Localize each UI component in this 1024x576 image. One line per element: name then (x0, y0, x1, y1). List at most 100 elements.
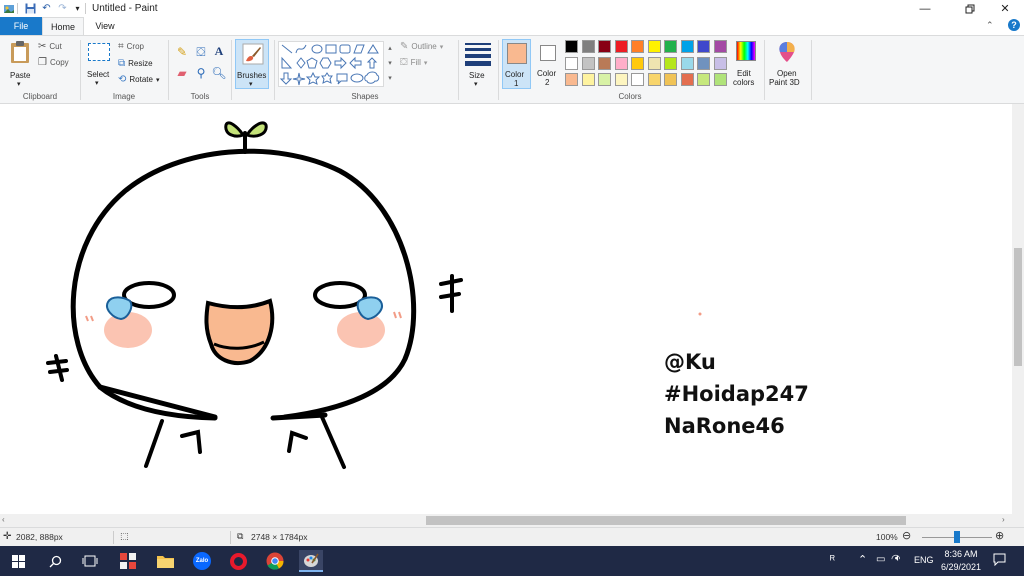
fill-bucket-icon[interactable]: ⛋ (193, 44, 209, 60)
horizontal-scroll-thumb[interactable] (426, 516, 906, 525)
cut-button[interactable]: ✂ Cut (38, 41, 62, 52)
outline-button[interactable]: ✎ Outline ▾ (400, 41, 443, 52)
palette-swatch[interactable] (647, 73, 661, 86)
task-view-icon[interactable] (78, 550, 102, 572)
tab-file[interactable]: File (0, 17, 42, 35)
palette-swatch[interactable] (664, 56, 677, 70)
palette-swatch[interactable] (680, 73, 694, 86)
palette-swatch[interactable] (631, 73, 644, 86)
palette-swatch[interactable] (680, 40, 694, 53)
size-button[interactable]: Size ▾ (463, 40, 493, 90)
resize-button[interactable]: ⧉ Resize (118, 58, 153, 69)
zoom-out-icon[interactable]: ⊖ (902, 529, 911, 542)
redo-icon[interactable]: ↷ (56, 2, 69, 15)
shapes-gallery[interactable] (278, 41, 384, 87)
opera-browser-icon[interactable] (226, 550, 250, 572)
select-button[interactable]: Select ▾ (86, 41, 112, 89)
color-picker-icon[interactable]: ⚲ (193, 65, 209, 81)
language-indicator[interactable]: ENG (914, 555, 934, 565)
palette-swatch[interactable] (631, 40, 644, 53)
horizontal-scrollbar[interactable]: ‹ › (0, 514, 1012, 527)
help-icon[interactable]: ? (1008, 19, 1020, 31)
copy-button[interactable]: ❐ Copy (38, 57, 69, 68)
file-explorer-icon[interactable] (153, 550, 177, 572)
close-button[interactable]: ✕ (990, 0, 1020, 17)
tab-view[interactable]: View (84, 17, 126, 35)
edit-colors-button[interactable]: Edit colors (733, 39, 759, 89)
palette-swatch[interactable] (598, 40, 611, 53)
palette-swatch[interactable] (713, 56, 727, 70)
action-center-icon[interactable] (993, 553, 1006, 568)
fill-button[interactable]: ⛋ Fill ▾ (400, 57, 427, 68)
palette-swatch[interactable] (565, 40, 578, 53)
palette-swatch[interactable] (565, 56, 578, 70)
restore-button[interactable] (955, 0, 985, 17)
tab-home[interactable]: Home (42, 17, 84, 35)
brushes-dropdown-icon[interactable]: ▾ (249, 80, 253, 88)
palette-swatch[interactable] (680, 56, 694, 70)
vertical-scroll-thumb[interactable] (1014, 248, 1022, 366)
shapes-scroll[interactable]: ▴ ▾ ▾ (386, 41, 394, 87)
drawing-canvas[interactable]: @Ku #Hoidap247 NaRone46 (0, 104, 1012, 514)
rotate-dropdown-icon[interactable]: ▾ (156, 76, 160, 84)
rotate-button[interactable]: ⟲ Rotate ▾ (118, 74, 159, 85)
palette-swatch[interactable] (697, 40, 710, 53)
title-separator (17, 3, 18, 14)
chrome-browser-icon[interactable] (263, 550, 287, 572)
open-paint3d-button[interactable]: Open Paint 3D (768, 39, 806, 89)
select-dropdown-icon[interactable]: ▾ (95, 79, 99, 87)
minimize-button[interactable]: — (910, 0, 940, 17)
size-dropdown-icon[interactable]: ▾ (474, 80, 478, 88)
palette-swatch[interactable] (614, 73, 628, 86)
tiny-dot (698, 312, 702, 316)
volume-icon[interactable]: 🔈︎ (895, 553, 901, 564)
magnifier-icon[interactable]: 🔍︎ (211, 65, 227, 81)
palette-swatch[interactable] (614, 40, 628, 53)
paint-taskbar-icon[interactable] (299, 550, 323, 572)
palette-swatch[interactable] (664, 40, 677, 53)
palette-swatch[interactable] (598, 73, 611, 86)
collapse-ribbon-icon[interactable]: ⌃ (986, 20, 994, 31)
people-icon[interactable]: ᴿ (830, 554, 835, 566)
paint-app-icon[interactable] (2, 2, 15, 15)
palette-swatch[interactable] (614, 56, 628, 70)
zalo-icon[interactable]: Zalo (190, 550, 214, 572)
scroll-left-icon[interactable]: ‹ (2, 515, 5, 524)
palette-swatch[interactable] (647, 40, 661, 53)
palette-swatch[interactable] (581, 73, 595, 86)
palette-swatch[interactable] (631, 56, 644, 70)
scroll-right-icon[interactable]: › (1002, 515, 1005, 524)
save-icon[interactable] (24, 2, 37, 15)
start-button[interactable] (6, 550, 30, 572)
color1-button[interactable]: Color 1 (502, 39, 531, 89)
pencil-icon[interactable]: ✎ (174, 44, 190, 60)
palette-swatch[interactable] (713, 40, 727, 53)
zoom-slider-thumb[interactable] (954, 531, 960, 543)
battery-icon[interactable]: ▭ (876, 554, 885, 565)
undo-icon[interactable]: ↶ (40, 2, 53, 15)
palette-swatch[interactable] (581, 40, 595, 53)
crop-button[interactable]: ⌗ Crop (118, 41, 144, 52)
vertical-scrollbar[interactable] (1012, 104, 1024, 514)
text-tool-icon[interactable]: A (211, 43, 227, 59)
search-icon[interactable] (43, 550, 67, 572)
paste-button[interactable]: Paste ▾ (8, 40, 32, 88)
palette-swatch[interactable] (713, 73, 727, 86)
palette-swatch[interactable] (565, 73, 578, 86)
paste-dropdown-icon[interactable]: ▾ (17, 80, 21, 88)
customize-quick-access-icon[interactable]: ▾ (71, 2, 84, 15)
eraser-icon[interactable]: ▰ (174, 65, 190, 81)
palette-swatch[interactable] (664, 73, 677, 86)
zoom-in-icon[interactable]: ⊕ (995, 529, 1004, 542)
app-grid-icon[interactable] (116, 550, 140, 572)
clock-time[interactable]: 8:36 AM (941, 549, 981, 559)
show-hidden-icons-icon[interactable]: ⌃ (858, 553, 867, 566)
palette-swatch[interactable] (697, 56, 710, 70)
clock-date[interactable]: 6/29/2021 (937, 562, 985, 572)
color2-button[interactable]: Color 2 (535, 39, 561, 89)
palette-swatch[interactable] (581, 56, 595, 70)
palette-swatch[interactable] (647, 56, 661, 70)
brushes-button[interactable]: Brushes ▾ (235, 39, 269, 89)
palette-swatch[interactable] (598, 56, 611, 70)
palette-swatch[interactable] (697, 73, 710, 86)
